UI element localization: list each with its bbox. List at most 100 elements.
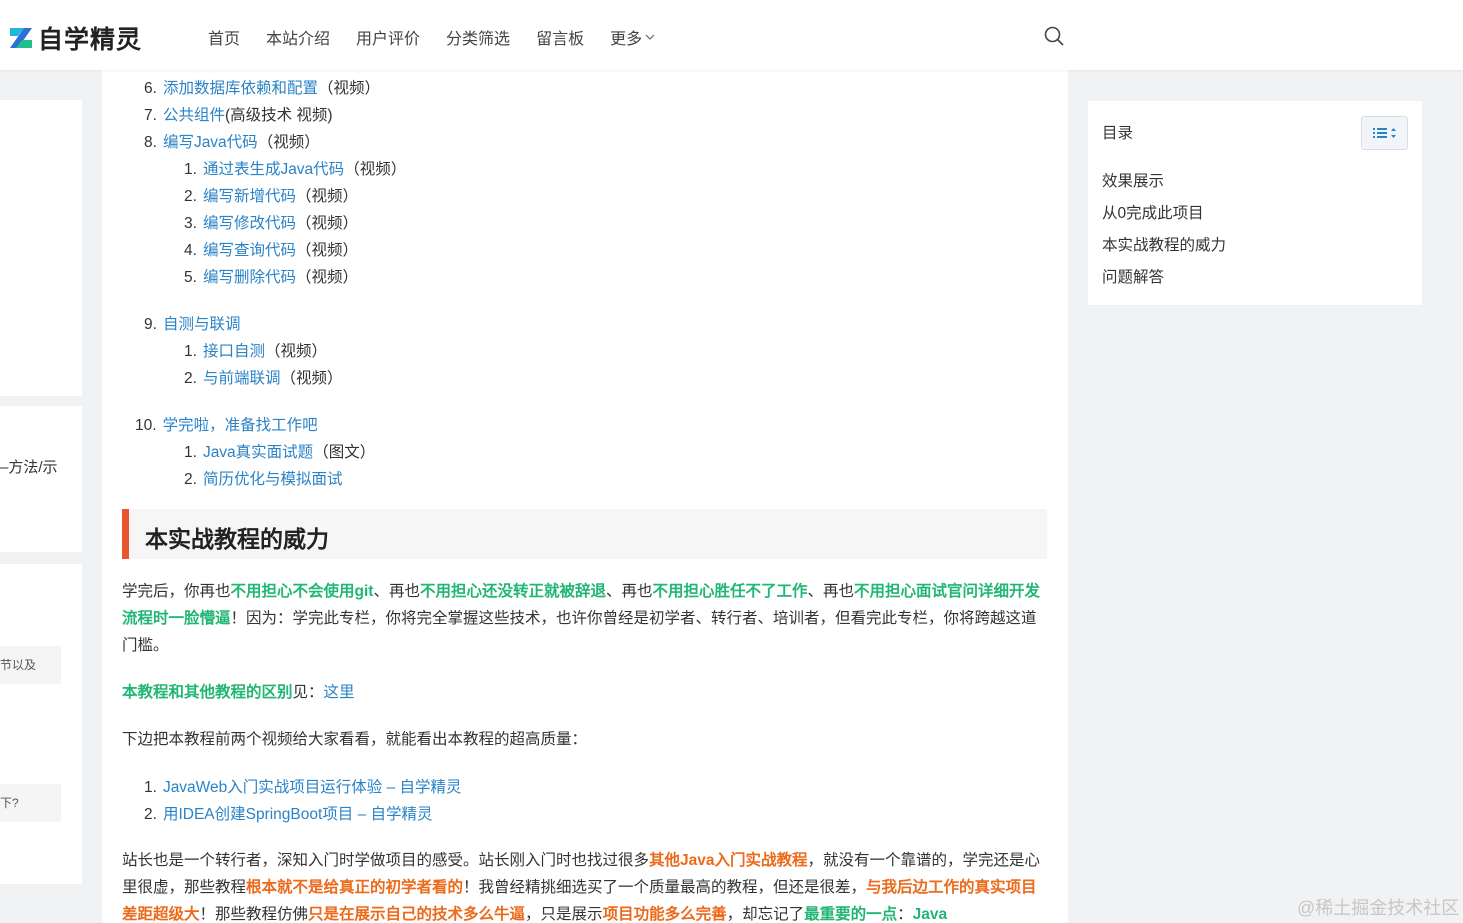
paragraph-benefits: 学完后，你再也不用担心不会使用git、再也不用担心还没转正就被辞退、再也不用担心… [122,578,1042,659]
toc-item[interactable]: 从0完成此项目 [1102,201,1204,223]
text: ： [897,906,913,923]
toc-title: 目录 [1102,125,1134,142]
video-link[interactable]: JavaWeb入门实战项目运行体验 – 自学精灵 [163,779,462,796]
list-link[interactable]: 编写新增代码 [203,188,296,205]
list-link[interactable]: 编写修改代码 [203,215,296,232]
text: ！因为：学完此专栏，你将完全掌握这些技术，也许你曾经是初学者、转行者、培训者，但… [122,610,1037,654]
section-heading: 本实战教程的威力 [122,509,1047,559]
section-title: 本实战教程的威力 [145,526,329,552]
list-item: 10. 学完啦，准备找工作吧 [135,413,318,435]
list-tail: （视频） [317,80,380,97]
nav-message-board[interactable]: 留言板 [536,25,584,49]
highlight-text: 最重要的一点 [804,906,898,923]
site-header: 自学精灵 首页 本站介绍 用户评价 分类筛选 留言板 更多 [0,0,1463,70]
list-link[interactable]: 与前端联调 [203,370,281,387]
nav-about[interactable]: 本站介绍 [266,25,330,49]
left-card-text[interactable]: –方法/示 [0,456,58,477]
main-nav: 首页 本站介绍 用户评价 分类筛选 留言板 更多 [208,25,681,49]
list-link[interactable]: 自测与联调 [163,316,241,333]
highlight-text: 根本就不是给真正的初学者看的 [246,879,464,896]
paragraph-author-story: 站长也是一个转行者，深知入门时学做项目的感受。站长刚入门时也找过很多其他Java… [122,847,1042,923]
here-link[interactable]: 这里 [324,684,355,701]
list-number: 2. [184,471,197,488]
list-item: 1. Java真实面试题（图文） [184,440,375,462]
list-number: 2. [184,188,197,205]
list-link[interactable]: 简历优化与模拟面试 [203,471,343,488]
highlight-text: 项目功能多么完善 [602,906,727,923]
list-number: 9. [144,316,157,333]
text: ，只是展示 [525,906,603,923]
list-tail: （视频） [295,188,358,205]
search-icon[interactable] [1043,25,1065,47]
list-tail: (高级技术 视频) [224,107,333,124]
highlight-text: 本教程和其他教程的区别 [122,684,293,701]
nav-more-label: 更多 [610,31,643,48]
logo-icon [8,25,34,51]
list-number: 10. [135,417,157,434]
left-card-item-text: 下? [0,796,19,810]
list-item: 8. 编写Java代码（视频） [144,130,320,152]
list-number: 2. [144,806,157,823]
paragraph-videos-intro: 下边把本教程前两个视频给大家看看，就能看出本教程的超高质量： [122,731,588,748]
list-number: 1. [184,444,197,461]
list-link[interactable]: 公共组件 [163,107,225,124]
text: 学完后，你再也 [122,583,231,600]
left-card-item[interactable]: 下? [0,784,61,822]
list-link[interactable]: 编写删除代码 [203,269,296,286]
highlight-text: Java [912,906,948,923]
toc-toggle-button[interactable] [1361,116,1408,150]
list-number: 2. [184,370,197,387]
list-item: 2. 与前端联调（视频） [184,366,342,388]
list-item: 1. 通过表生成Java代码（视频） [184,157,406,179]
list-link[interactable]: 编写查询代码 [203,242,296,259]
highlight-text: 只是在展示自己的技术多么牛逼 [308,906,526,923]
list-tail: （图文） [313,444,376,461]
list-link[interactable]: 接口自测 [203,343,265,360]
list-item: 5. 编写删除代码（视频） [184,265,358,287]
list-link[interactable]: Java真实面试题 [203,444,313,461]
toc-item[interactable]: 本实战教程的威力 [1102,233,1226,255]
text: 见： [292,684,324,701]
site-logo[interactable]: 自学精灵 [8,20,142,56]
left-card: 节以及 下? [0,564,82,884]
nav-categories[interactable]: 分类筛选 [446,25,510,49]
video-link[interactable]: 用IDEA创建SpringBoot项目 – 自学精灵 [163,806,433,823]
list-item: 1. JavaWeb入门实战项目运行体验 – 自学精灵 [144,775,462,797]
text: 、再也 [605,583,653,600]
heading-accent-bar [122,509,129,559]
text: ，却忘记了 [726,906,805,923]
list-tail: （视频） [257,134,320,151]
list-item: 9. 自测与联调 [144,312,240,334]
list-link[interactable]: 学完啦，准备找工作吧 [163,417,318,434]
list-item: 7. 公共组件(高级技术 视频) [144,103,333,125]
text: ！那些教程仿佛 [199,906,309,923]
text: 、再也 [807,583,855,600]
left-card: –方法/示 [0,406,82,552]
list-icon [1362,128,1407,153]
list-link[interactable]: 通过表生成Java代码 [203,161,344,178]
table-of-contents: 目录 效果展示 从0完成此项目 本实战教程的威力 问题解答 [1088,101,1422,305]
left-card-item[interactable]: 节以及 [0,646,61,684]
list-link[interactable]: 编写Java代码 [163,134,258,151]
list-number: 1. [184,161,197,178]
list-tail: （视频） [295,269,358,286]
list-number: 7. [144,107,157,124]
highlight-text: 不用担心不会使用git [230,583,374,600]
nav-more[interactable]: 更多 [610,25,655,49]
text: 、再也 [373,583,420,600]
chevron-down-icon [645,28,655,46]
text: 站长也是一个转行者，深知入门时学做项目的感受。站长刚入门时也找过很多 [122,852,650,869]
list-link[interactable]: 添加数据库依赖和配置 [163,80,318,97]
list-number: 3. [184,215,197,232]
nav-reviews[interactable]: 用户评价 [356,25,420,49]
list-number: 4. [184,242,197,259]
list-number: 1. [144,779,157,796]
nav-home[interactable]: 首页 [208,25,240,49]
list-tail: （视频） [264,343,327,360]
list-number: 8. [144,134,157,151]
toc-item[interactable]: 效果展示 [1102,169,1164,191]
list-tail: （视频） [344,161,407,178]
list-item: 2. 编写新增代码（视频） [184,184,358,206]
toc-item[interactable]: 问题解答 [1102,265,1164,287]
highlight-text: 不用担心胜任不了工作 [652,583,808,600]
